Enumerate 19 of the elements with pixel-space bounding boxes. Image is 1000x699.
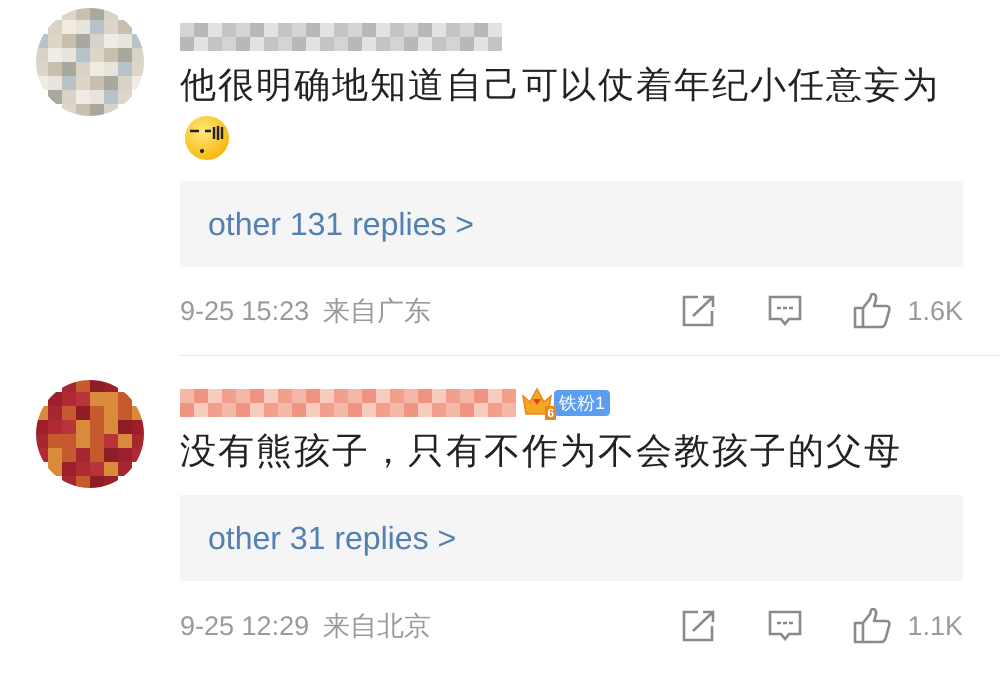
- thumbs-up-icon[interactable]: [853, 293, 894, 329]
- comment-location: 来自北京: [323, 610, 432, 643]
- comment-text: 没有熊孩子，只有不作为不会教孩子的父母: [180, 429, 903, 473]
- share-icon[interactable]: [681, 294, 718, 328]
- comment-location: 来自广东: [323, 294, 432, 328]
- crown-icon: [520, 386, 554, 416]
- comment-time: 9-25 15:23: [180, 294, 310, 328]
- replies-link[interactable]: other 31 replies >: [180, 495, 963, 581]
- fan-badge: 铁粉1: [554, 390, 610, 416]
- thumbs-up-icon[interactable]: [853, 608, 894, 644]
- replies-link[interactable]: other 131 replies >: [180, 181, 963, 267]
- comment-icon[interactable]: [767, 609, 804, 643]
- crown-level: 6: [545, 406, 556, 420]
- like-count: 1.1K: [907, 610, 963, 643]
- comment-time: 9-25 12:29: [180, 610, 310, 643]
- like-count: 1.6K: [907, 294, 963, 328]
- share-icon[interactable]: [681, 609, 718, 643]
- comment-text: 他很明确地知道自己可以仗着年纪小任意妄为: [180, 63, 941, 107]
- comment-icon[interactable]: [767, 294, 804, 328]
